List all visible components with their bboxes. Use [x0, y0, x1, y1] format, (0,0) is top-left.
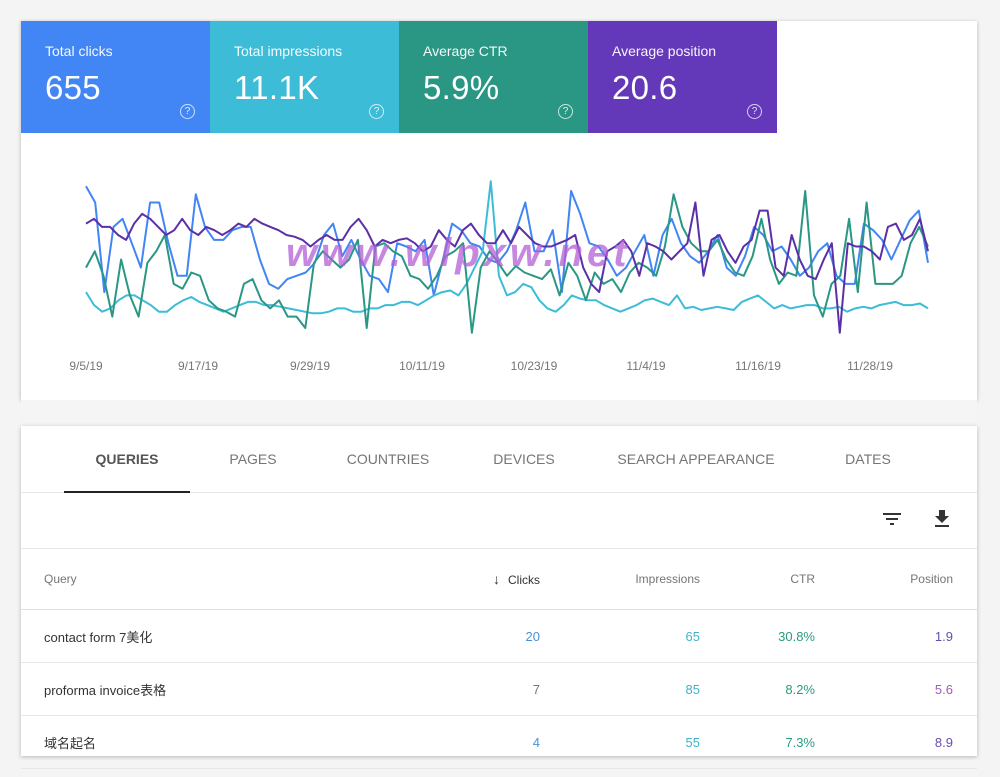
help-circle-icon[interactable]: ?	[180, 104, 195, 119]
tab-queries[interactable]: QUERIES	[64, 426, 190, 492]
x-tick-label: 9/29/19	[290, 359, 330, 373]
metric-tile-total-clicks[interactable]: Total clicks 655 ?	[21, 21, 210, 133]
column-header-ctr[interactable]: CTR	[701, 549, 816, 610]
metric-label: Average position	[612, 43, 717, 59]
column-header-query[interactable]: Query	[21, 549, 379, 610]
x-tick-label: 11/4/19	[626, 359, 665, 373]
table-header-row: Query ↓ Clicks Impressions CTR Position	[21, 549, 977, 610]
tab-search-appearance[interactable]: SEARCH APPEARANCE	[588, 426, 804, 492]
column-header-position[interactable]: Position	[816, 549, 977, 610]
cell-position: 1.9	[816, 609, 977, 663]
metric-value: 20.6	[612, 69, 678, 106]
cell-ctr: 7.3%	[701, 715, 816, 769]
x-tick-label: 10/23/19	[511, 359, 558, 373]
cell-query: 域名起名	[21, 715, 379, 769]
report-table-card: QUERIES PAGES COUNTRIES DEVICES SEARCH A…	[21, 426, 977, 769]
cell-clicks: 4	[379, 715, 541, 769]
help-circle-icon[interactable]: ?	[558, 104, 573, 119]
metric-value: 5.9%	[423, 69, 500, 106]
metric-label: Total impressions	[234, 43, 343, 59]
metric-tile-average-ctr[interactable]: Average CTR 5.9% ?	[399, 21, 588, 133]
cell-query: contact form 7美化	[21, 609, 379, 663]
arrow-down-icon: ↓	[493, 571, 500, 587]
filter-icon[interactable]	[880, 507, 904, 531]
metric-tiles: Total clicks 655 ? Total impressions 11.…	[21, 21, 977, 133]
cell-position: 5.6	[816, 662, 977, 716]
metric-value: 11.1K	[234, 69, 320, 106]
table-row[interactable]: proforma invoice表格 7 85 8.2% 5.6	[21, 662, 977, 716]
cell-ctr: 30.8%	[701, 609, 816, 663]
cell-impressions: 85	[541, 662, 701, 716]
cell-ctr: 8.2%	[701, 662, 816, 716]
cell-impressions: 65	[541, 609, 701, 663]
cell-impressions: 55	[541, 715, 701, 769]
cell-clicks: 20	[379, 609, 541, 663]
help-circle-icon[interactable]: ?	[369, 104, 384, 119]
x-tick-label: 9/17/19	[178, 359, 218, 373]
x-axis: 9/5/19 9/17/19 9/29/19 10/11/19 10/23/19 11/4…	[69, 359, 893, 373]
x-tick-label: 11/16/19	[735, 359, 781, 373]
metric-tile-total-impressions[interactable]: Total impressions 11.1K ?	[210, 21, 399, 133]
help-circle-icon[interactable]: ?	[747, 104, 762, 119]
tab-dates[interactable]: DATES	[804, 426, 932, 492]
table-row[interactable]: 域名起名 4 55 7.3% 8.9	[21, 715, 977, 769]
metric-label: Average CTR	[423, 43, 508, 59]
dimension-tabs: QUERIES PAGES COUNTRIES DEVICES SEARCH A…	[21, 426, 977, 493]
column-header-clicks-label: Clicks	[508, 573, 540, 587]
table-toolbar	[21, 493, 977, 549]
tab-pages[interactable]: PAGES	[190, 426, 316, 492]
tab-devices[interactable]: DEVICES	[460, 426, 588, 492]
cell-position: 8.9	[816, 715, 977, 769]
performance-chart-card: Total clicks 655 ? Total impressions 11.…	[21, 21, 977, 400]
section-divider	[21, 400, 977, 426]
column-header-impressions[interactable]: Impressions	[541, 549, 701, 610]
watermark: www.wlpxw.net	[286, 231, 631, 275]
x-tick-label: 9/5/19	[69, 359, 103, 373]
cell-query: proforma invoice表格	[21, 662, 379, 716]
tab-countries[interactable]: COUNTRIES	[316, 426, 460, 492]
x-tick-label: 11/28/19	[847, 359, 893, 373]
metric-value: 655	[45, 69, 101, 106]
cell-clicks: 7	[379, 662, 541, 716]
line-chart[interactable]: www.wlpxw.net 9/5/19 9/17/19 9/29/19 10/11/…	[21, 133, 977, 400]
table-row[interactable]: contact form 7美化 20 65 30.8% 1.9	[21, 609, 977, 663]
column-header-clicks[interactable]: ↓ Clicks	[379, 549, 541, 610]
queries-table: Query ↓ Clicks Impressions CTR Position c…	[21, 549, 977, 769]
x-tick-label: 10/11/19	[399, 359, 445, 373]
download-icon[interactable]	[930, 507, 954, 531]
metric-label: Total clicks	[45, 43, 113, 59]
metric-tile-average-position[interactable]: Average position 20.6 ?	[588, 21, 777, 133]
